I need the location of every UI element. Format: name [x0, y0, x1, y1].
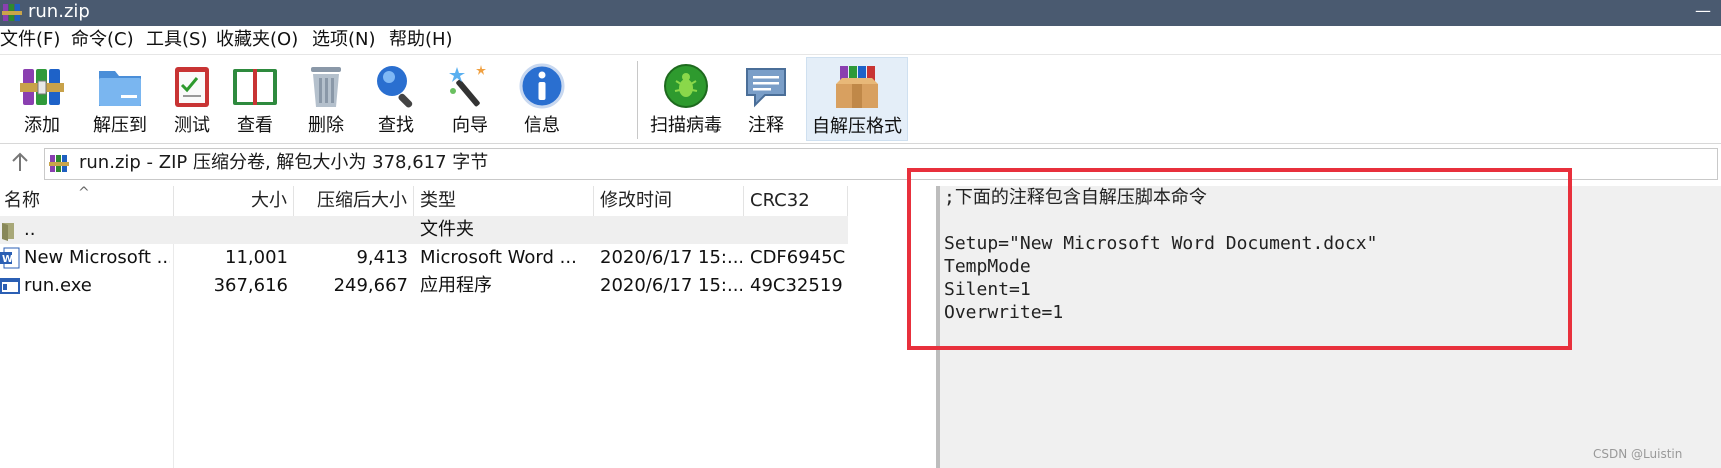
- menu-favorites[interactable]: 收藏夹(O): [216, 28, 298, 52]
- column-type-label: 类型: [420, 190, 456, 211]
- column-crc-label: CRC32: [750, 190, 810, 211]
- info-button[interactable]: 信息: [512, 57, 572, 139]
- column-header-packed[interactable]: 压缩后大小: [294, 186, 414, 216]
- delete-button[interactable]: 删除: [296, 57, 356, 139]
- column-header-name[interactable]: 名称 ^: [0, 186, 174, 216]
- view-label: 查看: [237, 115, 273, 136]
- file-crc: CDF6945C: [750, 247, 846, 268]
- annotation-highlight-box: [907, 168, 1572, 350]
- file-name: New Microsoft ...: [24, 247, 170, 268]
- toolbar: 添加 解压到 测试 查看 删除 查找 向导 信息 扫描病毒 注释 自解压格式: [0, 55, 1721, 144]
- comment-label: 注释: [748, 115, 784, 136]
- file-list: 名称 ^ 大小 压缩后大小 类型 修改时间 CRC32 .. 文件夹 W New…: [0, 186, 936, 468]
- file-name: run.exe: [24, 275, 92, 296]
- find-label: 查找: [378, 115, 414, 136]
- view-book-icon: [233, 69, 277, 105]
- table-row[interactable]: W New Microsoft ... 11,001 9,413 Microso…: [0, 244, 848, 272]
- column-packed-label: 压缩后大小: [317, 190, 407, 211]
- find-magnifier-icon: [377, 66, 413, 108]
- window-title: run.zip: [28, 1, 90, 22]
- file-type: 文件夹: [420, 219, 474, 240]
- info-icon: [519, 63, 565, 109]
- add-label: 添加: [24, 115, 60, 136]
- extract-to-label: 解压到: [93, 115, 147, 136]
- test-button[interactable]: 测试: [162, 57, 222, 139]
- file-packed-size: 9,413: [356, 247, 408, 268]
- menu-tools[interactable]: 工具(S): [146, 28, 207, 52]
- virus-scan-button[interactable]: 扫描病毒: [646, 57, 726, 139]
- virus-scan-label: 扫描病毒: [650, 115, 722, 136]
- extract-to-folder-icon: [99, 71, 141, 106]
- column-modified-label: 修改时间: [600, 190, 672, 211]
- find-button[interactable]: 查找: [366, 57, 426, 139]
- column-header-crc[interactable]: CRC32: [744, 186, 848, 216]
- sfx-label: 自解压格式: [812, 116, 902, 137]
- column-size-label: 大小: [251, 190, 287, 211]
- toolbar-separator: [637, 61, 638, 139]
- test-clipboard-icon: [175, 67, 209, 107]
- wizard-label: 向导: [452, 115, 488, 136]
- file-size: 367,616: [213, 275, 288, 296]
- column-header-type[interactable]: 类型: [414, 186, 594, 216]
- address-text: run.zip - ZIP 压缩分卷, 解包大小为 378,617 字节: [79, 152, 489, 173]
- menu-commands[interactable]: 命令(C): [71, 28, 134, 52]
- minimize-button[interactable]: —: [1693, 0, 1713, 24]
- extract-to-button[interactable]: 解压到: [84, 57, 156, 139]
- file-type: Microsoft Word ...: [420, 247, 577, 268]
- file-modified: 2020/6/17 15:...: [600, 247, 742, 268]
- delete-trash-icon: [311, 67, 341, 107]
- add-archive-icon: [20, 69, 64, 105]
- file-packed-size: 249,667: [333, 275, 408, 296]
- wizard-button[interactable]: 向导: [440, 57, 500, 139]
- file-crc: 49C32519: [750, 275, 843, 296]
- sfx-button[interactable]: 自解压格式: [806, 57, 908, 141]
- folder-icon: [2, 223, 14, 241]
- watermark: CSDN @Luistin: [1593, 447, 1683, 461]
- sort-ascending-icon: ^: [78, 186, 90, 201]
- delete-label: 删除: [308, 115, 344, 136]
- file-type: 应用程序: [420, 275, 492, 296]
- add-button[interactable]: 添加: [6, 57, 78, 139]
- table-row[interactable]: run.exe 367,616 249,667 应用程序 2020/6/17 1…: [0, 272, 848, 300]
- menu-help[interactable]: 帮助(H): [389, 28, 453, 52]
- exe-app-icon: [0, 278, 20, 294]
- table-row[interactable]: .. 文件夹: [0, 216, 848, 244]
- menu-bar: 文件(F) 命令(C) 工具(S) 收藏夹(O) 选项(N) 帮助(H): [0, 26, 1721, 55]
- comment-button[interactable]: 注释: [736, 57, 796, 139]
- svg-text:W: W: [2, 254, 13, 265]
- test-label: 测试: [174, 115, 210, 136]
- virus-scan-icon: [664, 64, 708, 108]
- menu-file[interactable]: 文件(F): [0, 28, 60, 52]
- column-name-label: 名称: [4, 190, 40, 211]
- info-label: 信息: [524, 115, 560, 136]
- view-button[interactable]: 查看: [224, 57, 286, 139]
- column-header-size[interactable]: 大小: [174, 186, 294, 216]
- wizard-wand-icon: [449, 65, 486, 107]
- sfx-box-icon: [836, 66, 878, 108]
- file-size: 11,001: [225, 247, 288, 268]
- winrar-books-icon: [2, 4, 22, 21]
- menu-options[interactable]: 选项(N): [312, 28, 376, 52]
- up-arrow-icon[interactable]: [8, 150, 32, 174]
- file-modified: 2020/6/17 15:...: [600, 275, 742, 296]
- title-bar: run.zip —: [0, 0, 1721, 26]
- comment-icon: [746, 68, 786, 108]
- zip-archive-icon: [49, 155, 69, 172]
- column-header-modified[interactable]: 修改时间: [594, 186, 744, 216]
- file-name: ..: [24, 219, 36, 240]
- word-doc-icon: W: [0, 247, 20, 269]
